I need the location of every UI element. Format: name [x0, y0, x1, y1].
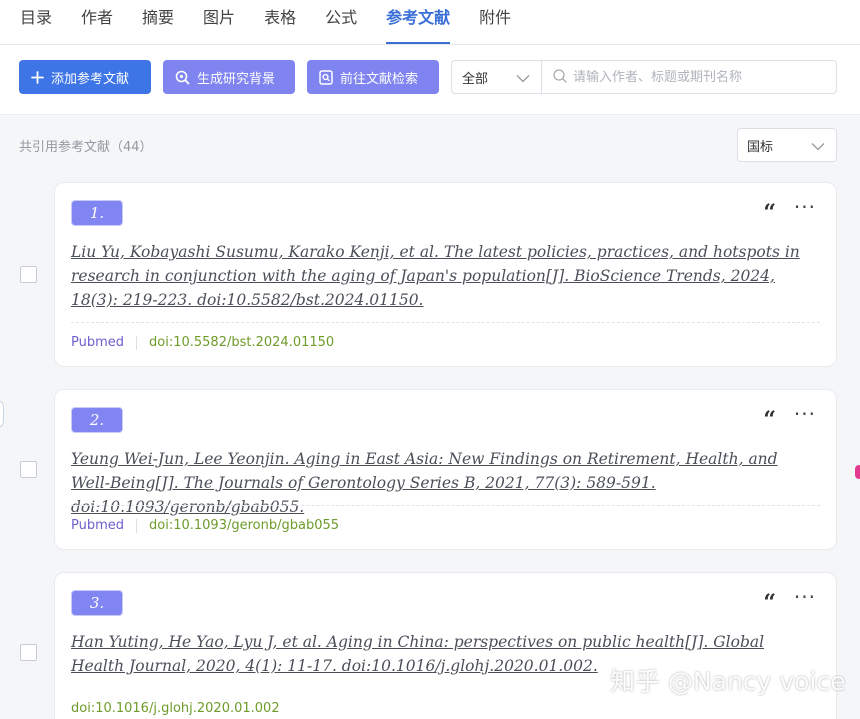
chevron-down-icon [516, 72, 530, 87]
search-icon [553, 68, 567, 87]
reference-source[interactable]: Pubmed [71, 335, 124, 350]
citation-standard-value: 国标 [747, 139, 774, 155]
reference-count: 共引用参考文献（44） [19, 140, 153, 155]
document-search-icon [319, 69, 333, 85]
reference-meta: Pubmed doi:10.5582/bst.2024.01150 [71, 335, 334, 350]
tab-tables[interactable]: 表格 [264, 0, 296, 44]
reference-card: 1. “ ··· Liu Yu, Kobayashi Susumu, Karak… [54, 182, 837, 367]
more-options-icon[interactable]: ··· [794, 197, 816, 217]
card-divider [71, 322, 820, 323]
tab-toc[interactable]: 目录 [20, 0, 52, 44]
card-divider [71, 505, 820, 506]
tab-bar: 目录 作者 摘要 图片 表格 公式 参考文献 附件 [0, 0, 860, 45]
reference-checkbox[interactable] [20, 266, 37, 283]
meta-separator [136, 335, 138, 350]
reference-doi[interactable]: doi:10.5582/bst.2024.01150 [149, 335, 334, 350]
reference-index: 1. [71, 200, 123, 226]
reference-text[interactable]: Yeung Wei‐Jun, Lee Yeonjin. Aging in Eas… [71, 447, 818, 519]
filter-value: 全部 [462, 71, 489, 87]
reference-text[interactable]: Liu Yu, Kobayashi Susumu, Karako Kenji, … [71, 240, 818, 312]
goto-search-label: 前往文献检索 [340, 71, 419, 87]
more-options-icon[interactable]: ··· [794, 404, 816, 424]
cite-quote-icon[interactable]: “ [763, 409, 776, 431]
meta-separator [136, 518, 138, 533]
reference-checkbox[interactable] [20, 644, 37, 661]
goto-search-button[interactable]: 前往文献检索 [307, 60, 439, 94]
reference-doi[interactable]: doi:10.1016/j.glohj.2020.01.002 [71, 701, 280, 716]
zhihu-watermark: 知乎 @Nancy voice [610, 667, 846, 696]
tab-attachments[interactable]: 附件 [479, 0, 511, 44]
generate-background-label: 生成研究背景 [197, 71, 276, 87]
reference-source[interactable]: Pubmed [71, 518, 124, 533]
reference-checkbox[interactable] [20, 461, 37, 478]
search-box [541, 60, 837, 94]
more-options-icon[interactable]: ··· [794, 587, 816, 607]
reference-meta: Pubmed doi:10.1093/geronb/gbab055 [71, 518, 339, 533]
cite-quote-icon[interactable]: “ [763, 592, 776, 614]
cite-quote-icon[interactable]: “ [763, 202, 776, 224]
citation-standard-select[interactable]: 国标 [737, 128, 837, 162]
side-indicator [855, 465, 860, 479]
add-reference-button[interactable]: 添加参考文献 [19, 60, 151, 94]
tab-references[interactable]: 参考文献 [386, 0, 451, 44]
search-sparkle-icon [175, 70, 190, 85]
add-reference-label: 添加参考文献 [51, 71, 130, 87]
tab-abstract[interactable]: 摘要 [142, 0, 174, 44]
reference-card: 2. “ ··· Yeung Wei‐Jun, Lee Yeonjin. Agi… [54, 389, 837, 550]
toolbar: 添加参考文献 生成研究背景 前往文献检索 全部 [0, 45, 860, 115]
reference-index: 2. [71, 407, 123, 433]
reference-meta: doi:10.1016/j.glohj.2020.01.002 [71, 701, 280, 716]
tab-formulas[interactable]: 公式 [325, 0, 357, 44]
search-input[interactable] [573, 69, 823, 85]
tab-figures[interactable]: 图片 [203, 0, 235, 44]
reference-index: 3. [71, 590, 123, 616]
side-toggle-handle[interactable] [0, 400, 4, 428]
plus-icon [31, 70, 44, 84]
filter-select[interactable]: 全部 [451, 60, 542, 94]
reference-doi[interactable]: doi:10.1093/geronb/gbab055 [149, 518, 339, 533]
tab-authors[interactable]: 作者 [81, 0, 113, 44]
generate-background-button[interactable]: 生成研究背景 [163, 60, 295, 94]
chevron-down-icon [811, 140, 825, 155]
